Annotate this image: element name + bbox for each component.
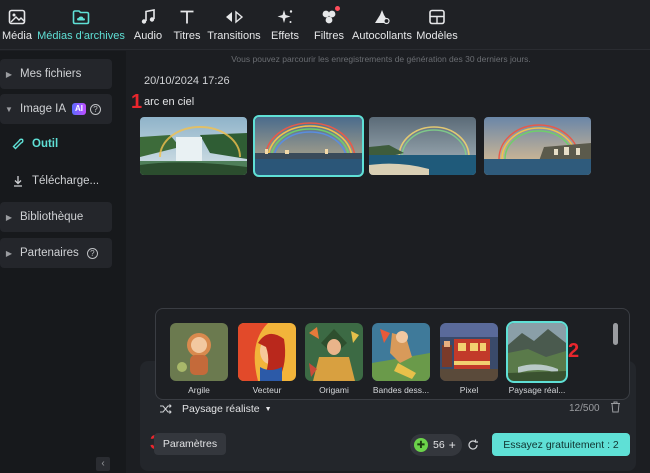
- sidebar-item-library[interactable]: ▶ Bibliothèque: [0, 202, 112, 232]
- tab-stock-media[interactable]: Médias d'archives: [34, 0, 128, 49]
- text-t-icon: [177, 8, 197, 26]
- tab-templates[interactable]: Modèles: [414, 0, 460, 49]
- help-icon[interactable]: ?: [86, 247, 98, 259]
- tab-transitions[interactable]: Transitions: [206, 0, 262, 49]
- sidebar-item-label: Bibliothèque: [20, 211, 84, 223]
- tab-effects-label: Effets: [271, 30, 299, 42]
- tab-effects[interactable]: Effets: [262, 0, 308, 49]
- tab-filters[interactable]: Filtres: [308, 0, 350, 49]
- sidebar-item-label: Partenaires: [20, 247, 79, 259]
- style-picker-popup: Argile Vecteur Origami Bandes dess... Pi…: [155, 308, 630, 400]
- style-option-label: Pixel: [459, 385, 479, 395]
- sidebar-item-label: Mes fichiers: [20, 68, 82, 80]
- sidebar-item-partners[interactable]: ▶ Partenaires ?: [0, 238, 112, 268]
- style-option-clay[interactable]: [170, 323, 228, 381]
- tab-stock-media-label: Médias d'archives: [37, 30, 125, 42]
- style-selector-row: Paysage réaliste ▼: [160, 400, 630, 418]
- settings-button[interactable]: Paramètres: [154, 433, 226, 455]
- sidebar: ▶ Mes fichiers ▼ Image IA AI ? Outil Tél…: [0, 51, 126, 473]
- sidebar-item-my-files[interactable]: ▶ Mes fichiers: [0, 59, 112, 89]
- chevron-right-icon: ▶: [5, 248, 13, 258]
- sidebar-item-downloads[interactable]: Télécharge...: [0, 166, 112, 196]
- ai-badge: AI: [72, 103, 87, 115]
- generated-image-thumbnail[interactable]: [369, 117, 476, 175]
- refresh-icon[interactable]: [467, 439, 479, 451]
- tab-filters-label: Filtres: [314, 30, 344, 42]
- style-option-label: Paysage réal...: [508, 385, 566, 395]
- history-notice: Vous pouvez parcourir les enregistrement…: [231, 54, 531, 64]
- annotation-marker-2: 2: [568, 340, 580, 362]
- transitions-icon: [224, 8, 244, 26]
- style-option-comics[interactable]: [372, 323, 430, 381]
- tab-stickers[interactable]: Autocollants: [350, 0, 414, 49]
- help-icon[interactable]: ?: [90, 103, 102, 115]
- style-option-label: Origami: [319, 385, 349, 395]
- sidebar-item-tool[interactable]: Outil: [0, 129, 112, 159]
- collapse-sidebar-button[interactable]: ‹: [96, 457, 110, 471]
- style-option-origami[interactable]: [305, 323, 363, 381]
- sidebar-item-label: Outil: [32, 138, 59, 150]
- annotation-marker-1: 1: [131, 91, 143, 113]
- tab-media[interactable]: Média: [0, 0, 34, 49]
- tab-media-label: Média: [2, 30, 32, 42]
- prompt-character-counter: 12/500: [569, 403, 600, 414]
- generated-image-thumbnail-selected[interactable]: [253, 115, 364, 177]
- generated-image-thumbnail[interactable]: [140, 117, 247, 175]
- music-note-icon: [138, 8, 158, 26]
- chevron-right-icon: ▶: [5, 69, 13, 79]
- try-free-button[interactable]: Essayez gratuitement : 2: [492, 433, 630, 456]
- style-option-pixel[interactable]: [440, 323, 498, 381]
- media-icon: [7, 8, 27, 26]
- sparkle-icon: [275, 8, 295, 26]
- sidebar-item-label: Télécharge...: [32, 175, 100, 187]
- wrench-icon: [12, 138, 24, 150]
- download-icon: [12, 175, 24, 187]
- sidebar-item-ai-image[interactable]: ▼ Image IA AI ?: [0, 94, 112, 124]
- prompt-text: arc en ciel: [144, 96, 195, 108]
- tab-templates-label: Modèles: [416, 30, 458, 42]
- shuffle-icon[interactable]: [160, 404, 172, 414]
- filters-notification-dot: [335, 6, 340, 11]
- style-option-vector[interactable]: [238, 323, 296, 381]
- top-toolbar: Média Médias d'archives Audio Titres Tra…: [0, 0, 650, 50]
- credit-coin-icon: ✚: [414, 438, 428, 452]
- sidebar-item-label: Image IA: [20, 103, 67, 115]
- style-option-label: Argile: [188, 385, 210, 395]
- tab-transitions-label: Transitions: [207, 30, 261, 42]
- credits-value: 56: [433, 439, 445, 451]
- plus-icon[interactable]: +: [449, 438, 456, 452]
- chevron-right-icon: ▶: [5, 212, 13, 222]
- chevron-down-icon: ▼: [5, 104, 13, 114]
- tab-titles-label: Titres: [173, 30, 201, 42]
- tab-audio[interactable]: Audio: [128, 0, 168, 49]
- style-option-label: Vecteur: [252, 385, 282, 395]
- tab-stickers-label: Autocollants: [352, 30, 412, 42]
- generated-image-thumbnail[interactable]: [484, 117, 591, 175]
- style-option-realistic-landscape-selected[interactable]: [506, 321, 568, 383]
- app-window: Média Médias d'archives Audio Titres Tra…: [0, 0, 650, 473]
- folder-cloud-icon: [71, 8, 91, 26]
- tab-audio-label: Audio: [133, 30, 163, 42]
- sticker-icon: [372, 8, 392, 26]
- tab-titles[interactable]: Titres: [168, 0, 206, 49]
- style-picker-scrollbar[interactable]: [613, 323, 618, 345]
- generation-timestamp: 20/10/2024 17:26: [144, 75, 230, 87]
- credits-counter[interactable]: ✚ 56 +: [410, 434, 462, 456]
- template-icon: [427, 8, 447, 26]
- trash-icon[interactable]: [610, 401, 621, 413]
- style-dropdown[interactable]: Paysage réaliste ▼: [182, 403, 272, 415]
- style-option-label: Bandes dess...: [372, 385, 430, 395]
- caret-down-icon: ▼: [264, 405, 272, 413]
- style-dropdown-value: Paysage réaliste: [182, 403, 260, 415]
